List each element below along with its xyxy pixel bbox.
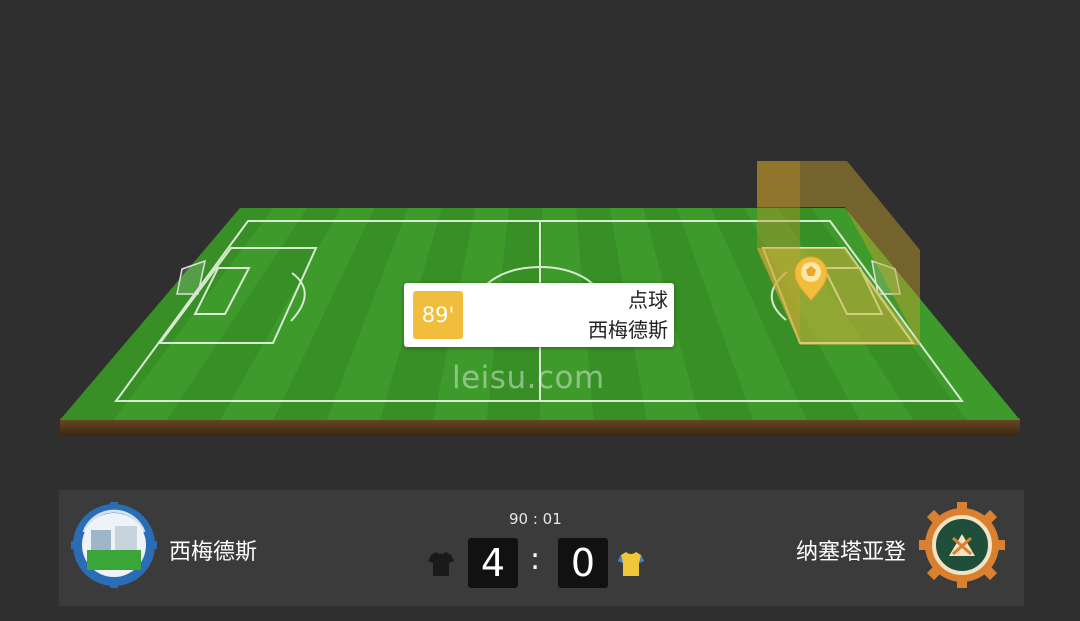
pitch-area: 89' 点球 西梅德斯 leisu.com (0, 0, 1080, 480)
event-type-label: 点球 (628, 288, 668, 312)
event-card[interactable]: 89' 点球 西梅德斯 (404, 283, 674, 347)
home-team-crest[interactable] (71, 502, 157, 588)
home-score: 4 (468, 538, 518, 588)
event-team-label: 西梅德斯 (588, 318, 668, 342)
away-kit-icon (618, 552, 644, 576)
scoreboard: 西梅德斯 90 : 01 4 : 0 纳塞塔亚登 (59, 490, 1024, 606)
event-minute-badge: 89' (413, 291, 463, 339)
match-clock: 90 : 01 (509, 510, 562, 528)
pitch-soil-edge (60, 418, 1020, 436)
away-team-crest[interactable] (919, 502, 1005, 588)
score-separator: : (530, 542, 541, 577)
away-team-name[interactable]: 纳塞塔亚登 (796, 534, 906, 566)
away-score: 0 (558, 538, 608, 588)
watermark: leisu.com (452, 360, 605, 396)
home-kit-icon (428, 552, 454, 576)
home-team-name[interactable]: 西梅德斯 (169, 534, 257, 566)
football-pitch (60, 161, 1020, 436)
